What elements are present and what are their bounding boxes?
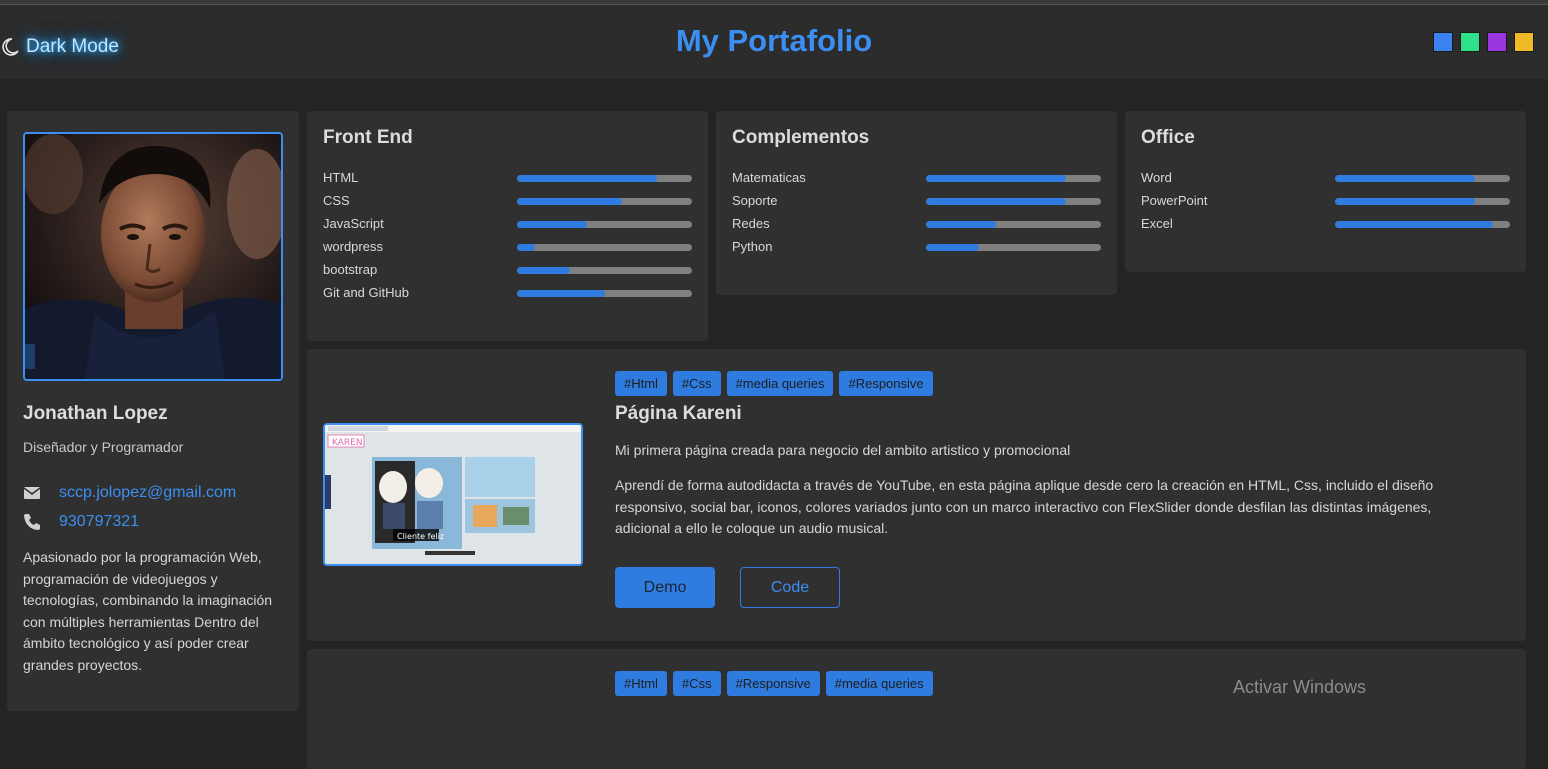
project-title: Página Kareni xyxy=(615,403,742,424)
skill-name: Git and GitHub xyxy=(323,285,409,300)
skill-progress-bar xyxy=(517,290,692,297)
skill-row: JavaScript xyxy=(323,216,692,234)
skill-name: Python xyxy=(732,239,773,254)
profile-card: Jonathan Lopez Diseñador y Programador s… xyxy=(7,111,299,711)
skill-progress-fill xyxy=(517,290,605,297)
theme-swatch-green[interactable] xyxy=(1460,32,1480,52)
phone-icon xyxy=(24,514,40,530)
skill-progress-fill xyxy=(926,221,996,228)
skill-progress-fill xyxy=(517,221,587,228)
skill-progress-bar xyxy=(926,244,1101,251)
project-description: Aprendí de forma autodidacta a través de… xyxy=(615,477,1434,537)
skill-progress-fill xyxy=(517,198,622,205)
skill-name: wordpress xyxy=(323,239,383,254)
skill-progress-bar xyxy=(517,267,692,274)
profile-name: Jonathan Lopez xyxy=(23,403,168,424)
skill-name: bootstrap xyxy=(323,262,378,277)
skill-name: Excel xyxy=(1141,216,1173,231)
windows-activation-watermark: Activar Windows xyxy=(1233,677,1367,697)
demo-button[interactable]: Demo xyxy=(615,567,715,608)
skill-row: bootstrap xyxy=(323,262,692,280)
skill-progress-fill xyxy=(517,244,535,251)
skill-progress-fill xyxy=(1335,198,1475,205)
skill-progress-bar xyxy=(517,244,692,251)
project-tags: #Html #Css #media queries #Responsive xyxy=(615,371,933,396)
theme-color-picker xyxy=(1433,32,1534,52)
thumb-caption-text: Cliente feliz xyxy=(397,532,444,541)
project-screenshot-image: KAREN Cliente feliz xyxy=(325,425,581,564)
project-tag[interactable]: #Responsive xyxy=(839,371,933,396)
skill-progress-bar xyxy=(517,221,692,228)
project-thumbnail[interactable]: KAREN Cliente feliz xyxy=(323,423,583,566)
skill-name: JavaScript xyxy=(323,216,384,231)
project-tag[interactable]: #Html xyxy=(615,671,667,696)
skill-progress-bar xyxy=(517,175,692,182)
skill-progress-fill xyxy=(1335,221,1493,228)
skill-row: Soporte xyxy=(732,193,1101,211)
skill-progress-bar xyxy=(1335,221,1510,228)
skill-row: Python xyxy=(732,239,1101,257)
site-header: Dark Mode My Portafolio xyxy=(0,5,1548,79)
skills-card-office: Office Word PowerPoint Excel xyxy=(1125,111,1526,272)
skill-progress-fill xyxy=(926,175,1066,182)
phone-link[interactable]: 930797321 xyxy=(59,513,139,531)
skill-name: Soporte xyxy=(732,193,778,208)
project-summary: Mi primera página creada para negocio de… xyxy=(615,442,1071,458)
project-tag[interactable]: #media queries xyxy=(825,671,933,696)
project-tag[interactable]: #Responsive xyxy=(726,671,820,696)
avatar xyxy=(25,134,281,379)
skill-progress-fill xyxy=(517,175,657,182)
skill-row: Matematicas xyxy=(732,170,1101,188)
skill-progress-bar xyxy=(926,198,1101,205)
skill-name: Redes xyxy=(732,216,770,231)
skill-name: PowerPoint xyxy=(1141,193,1208,208)
theme-swatch-purple[interactable] xyxy=(1487,32,1507,52)
skill-row: HTML xyxy=(323,170,692,188)
skill-progress-fill xyxy=(926,244,979,251)
contact-phone: 930797321 xyxy=(23,513,139,531)
code-button[interactable]: Code xyxy=(740,567,840,608)
page-title: My Portafolio xyxy=(675,23,873,58)
skill-row: PowerPoint xyxy=(1141,193,1510,211)
skills-card-front-end: Front End HTML CSS JavaScript wordpress boot… xyxy=(307,111,708,341)
skill-row: Git and GitHub xyxy=(323,285,692,303)
envelope-icon xyxy=(23,487,41,499)
project-tag[interactable]: #media queries xyxy=(726,371,834,396)
skill-progress-bar xyxy=(517,198,692,205)
skill-row: wordpress xyxy=(323,239,692,257)
skill-progress-fill xyxy=(517,267,570,274)
skill-row: Excel xyxy=(1141,216,1510,234)
skill-row: Word xyxy=(1141,170,1510,188)
skill-progress-bar xyxy=(1335,175,1510,182)
project-tag[interactable]: #Css xyxy=(672,371,721,396)
skill-row: Redes xyxy=(732,216,1101,234)
skill-progress-fill xyxy=(1335,175,1475,182)
theme-swatch-blue[interactable] xyxy=(1433,32,1453,52)
skill-name: CSS xyxy=(323,193,350,208)
thumb-logo-text: KAREN xyxy=(332,438,363,448)
contact-email: sccp.jolopez@gmail.com xyxy=(23,484,236,502)
skills-card-title: Front End xyxy=(323,127,413,148)
skill-progress-bar xyxy=(926,221,1101,228)
skills-card-title: Office xyxy=(1141,127,1195,148)
skill-progress-bar xyxy=(926,175,1101,182)
project-tag[interactable]: #Css xyxy=(672,671,721,696)
project-tag[interactable]: #Html xyxy=(615,371,667,396)
profile-photo xyxy=(23,132,283,381)
theme-swatch-yellow[interactable] xyxy=(1514,32,1534,52)
skill-row: CSS xyxy=(323,193,692,211)
email-link[interactable]: sccp.jolopez@gmail.com xyxy=(59,484,236,502)
project-tags: #Html #Css #Responsive #media queries xyxy=(615,671,933,696)
profile-bio: Apasionado por la programación Web, prog… xyxy=(23,549,273,673)
skill-progress-fill xyxy=(926,198,1066,205)
skills-card-title: Complementos xyxy=(732,127,870,148)
skill-progress-bar xyxy=(1335,198,1510,205)
profile-role: Diseñador y Programador xyxy=(23,439,184,455)
project-card: #Html #Css #Responsive #media queries xyxy=(307,649,1526,769)
skill-name: Word xyxy=(1141,170,1172,185)
skill-name: Matematicas xyxy=(732,170,806,185)
project-card: #Html #Css #media queries #Responsive Págin… xyxy=(307,349,1526,641)
skills-card-complementos: Complementos Matematicas Soporte Redes Pyth… xyxy=(716,111,1117,295)
skill-name: HTML xyxy=(323,170,359,185)
